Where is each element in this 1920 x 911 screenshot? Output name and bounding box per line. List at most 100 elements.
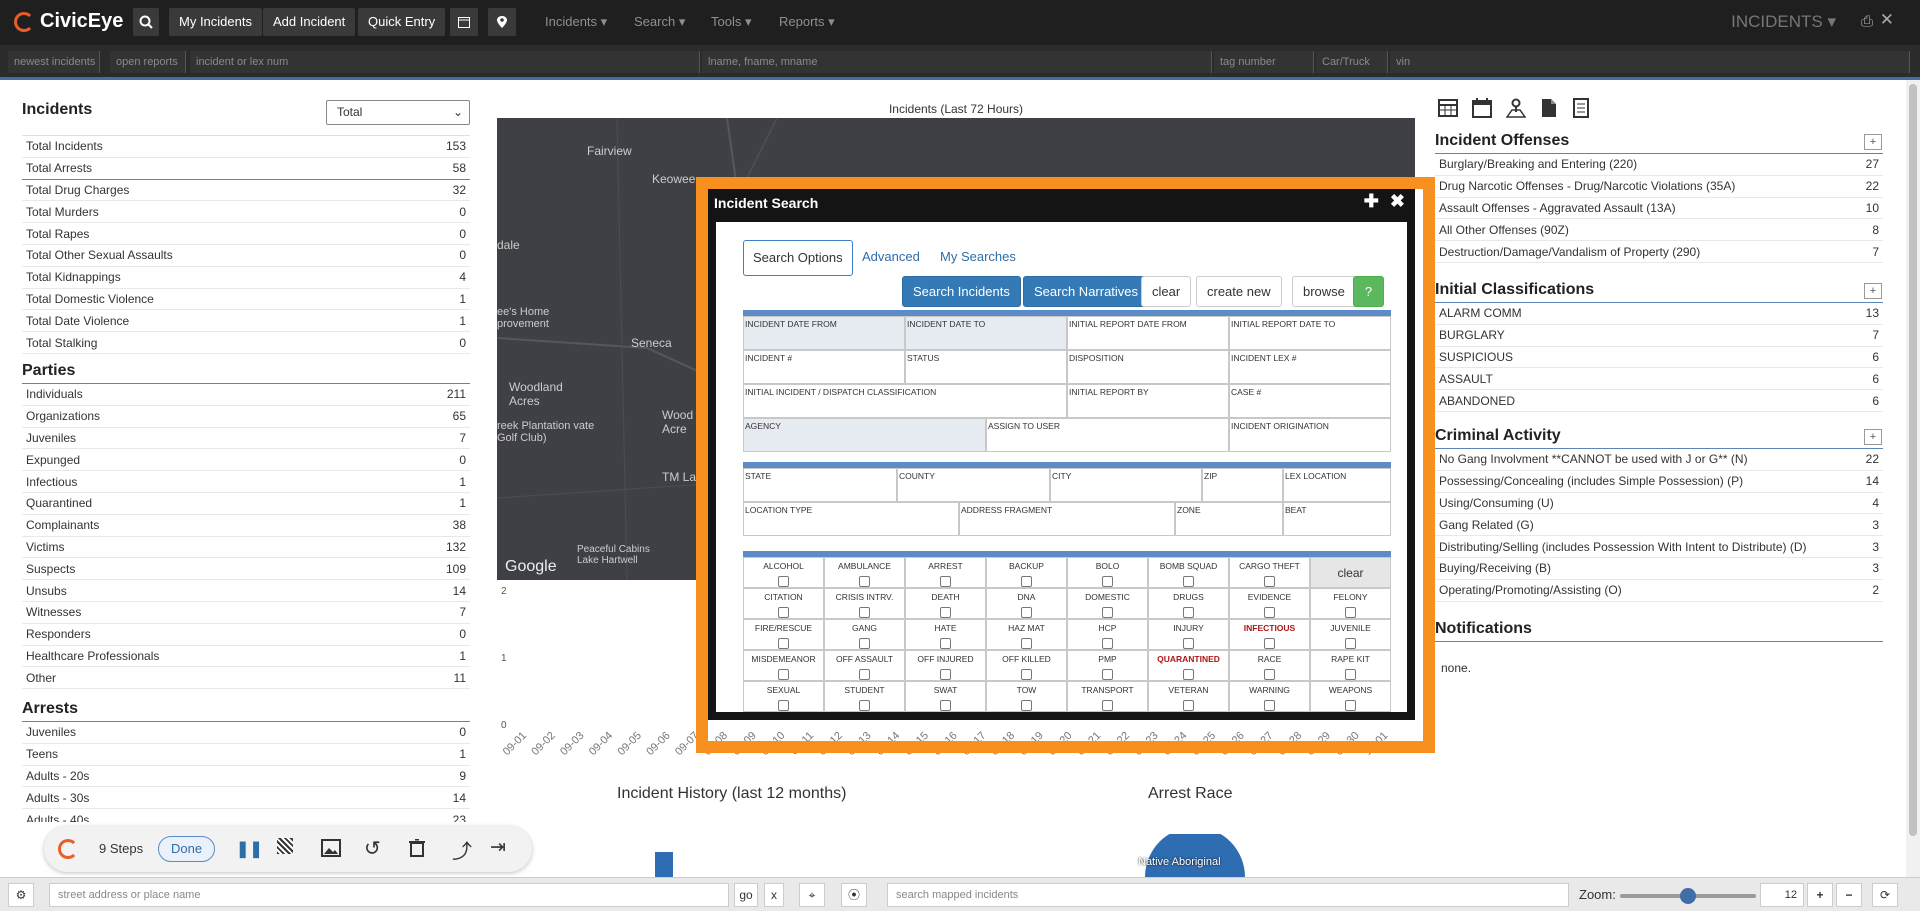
flag-checkbox[interactable]	[1021, 700, 1032, 711]
flag-checkbox[interactable]	[859, 607, 870, 618]
criminal-activity-row[interactable]: Gang Related (G) 3	[1435, 514, 1883, 537]
party-stat-row[interactable]: Unsubs 14	[22, 580, 470, 602]
classification-row[interactable]: SUSPICIOUS 6	[1435, 347, 1883, 369]
flag-checkbox[interactable]	[778, 669, 789, 680]
disposition-field[interactable]: DISPOSITION	[1067, 350, 1229, 384]
table-icon[interactable]	[1438, 98, 1458, 118]
criminal-activity-row[interactable]: Distributing/Selling (includes Possessio…	[1435, 536, 1883, 558]
state-field[interactable]: STATE	[743, 468, 897, 502]
zoom-in-button[interactable]: +	[1807, 883, 1833, 907]
flag-checkbox[interactable]	[1021, 576, 1032, 587]
newest-incidents-link[interactable]: newest incidents	[8, 51, 100, 73]
mapped-incidents-search-input[interactable]: search mapped incidents	[887, 883, 1569, 907]
incident-stat-row[interactable]: Total Date Violence 1	[22, 310, 470, 333]
criminal-activity-row[interactable]: Possessing/Concealing (includes Simple P…	[1435, 471, 1883, 493]
book-icon[interactable]	[1572, 98, 1590, 118]
crosshair-icon[interactable]: ⌖	[799, 883, 825, 907]
party-stat-row[interactable]: Expunged 0	[22, 449, 470, 472]
flag-checkbox[interactable]	[940, 669, 951, 680]
party-stat-row[interactable]: Individuals 211	[22, 384, 470, 406]
flag-checkbox[interactable]	[940, 638, 951, 649]
incident-date-from-field[interactable]: INCIDENT DATE FROM	[743, 316, 905, 350]
flag-checkbox[interactable]	[1345, 669, 1356, 680]
blur-icon[interactable]	[277, 838, 293, 854]
incident-stat-row[interactable]: Total Murders 0	[22, 201, 470, 224]
map-icon[interactable]	[1506, 98, 1526, 118]
status-field[interactable]: STATUS	[905, 350, 1067, 384]
flag-checkbox[interactable]	[778, 576, 789, 587]
calendar-icon[interactable]	[1472, 98, 1492, 118]
beat-field[interactable]: BEAT	[1283, 502, 1391, 536]
agency-field[interactable]: AGENCY	[743, 418, 986, 452]
incidents-menu[interactable]: Incidents ▾	[545, 8, 607, 36]
pause-icon[interactable]: ❚❚	[236, 839, 263, 859]
offense-row[interactable]: Assault Offenses - Aggravated Assault (1…	[1435, 198, 1883, 220]
dispatch-classification-field[interactable]: INITIAL INCIDENT / DISPATCH CLASSIFICATI…	[743, 384, 1067, 418]
location-type-field[interactable]: LOCATION TYPE	[743, 502, 959, 536]
zoom-out-button[interactable]: −	[1836, 883, 1862, 907]
flag-checkbox[interactable]	[1102, 576, 1113, 587]
assign-to-user-field[interactable]: ASSIGN TO USER	[986, 418, 1229, 452]
image-icon[interactable]	[321, 839, 341, 857]
page-title[interactable]: INCIDENTS ▾	[1731, 12, 1836, 32]
county-field[interactable]: COUNTY	[897, 468, 1050, 502]
incident-stat-row[interactable]: Total Drug Charges 32	[22, 180, 470, 202]
scrollbar-thumb[interactable]	[1909, 84, 1917, 836]
flag-checkbox[interactable]	[940, 700, 951, 711]
settings-icon[interactable]: ⚙	[8, 883, 34, 907]
party-stat-row[interactable]: Quarantined 1	[22, 493, 470, 515]
offense-row[interactable]: Destruction/Damage/Vandalism of Property…	[1435, 241, 1883, 263]
flag-checkbox[interactable]	[1264, 607, 1275, 618]
flag-checkbox[interactable]	[778, 607, 789, 618]
arrest-stat-row[interactable]: Adults - 40s 23	[22, 809, 470, 822]
criminal-activity-row[interactable]: No Gang Involvment **CANNOT be used with…	[1435, 449, 1883, 471]
party-stat-row[interactable]: Organizations 65	[22, 406, 470, 428]
party-stat-row[interactable]: Juveniles 7	[22, 428, 470, 450]
done-button[interactable]: Done	[158, 836, 216, 862]
app-logo[interactable]: CivicEye	[14, 10, 123, 33]
incident-date-to-field[interactable]: INCIDENT DATE TO	[905, 316, 1067, 350]
flag-checkbox[interactable]	[1102, 669, 1113, 680]
offense-row[interactable]: Burglary/Breaking and Entering (220) 27	[1435, 154, 1883, 176]
incident-stat-row[interactable]: Total Incidents 153	[22, 136, 470, 158]
arrest-stat-row[interactable]: Adults - 30s 14	[22, 787, 470, 810]
classification-row[interactable]: ABANDONED 6	[1435, 390, 1883, 412]
city-field[interactable]: CITY	[1050, 468, 1202, 502]
party-stat-row[interactable]: Other 11	[22, 667, 470, 690]
zoom-slider-thumb[interactable]	[1680, 888, 1696, 904]
initial-report-date-to-field[interactable]: INITIAL REPORT DATE TO	[1229, 316, 1391, 350]
trash-icon[interactable]	[409, 839, 425, 857]
share-icon[interactable]: ⤴	[452, 835, 472, 864]
initial-report-date-from-field[interactable]: INITIAL REPORT DATE FROM	[1067, 316, 1229, 350]
flag-checkbox[interactable]	[1264, 576, 1275, 587]
close-icon[interactable]: ✕	[1880, 10, 1894, 30]
vin-input[interactable]: vin	[1390, 51, 1910, 73]
classifications-expand-button[interactable]: +	[1864, 283, 1882, 299]
flag-checkbox[interactable]	[1021, 607, 1032, 618]
search-narratives-button[interactable]: Search Narratives	[1023, 276, 1150, 307]
case-number-field[interactable]: CASE #	[1229, 384, 1391, 418]
party-stat-row[interactable]: Infectious 1	[22, 471, 470, 493]
address-fragment-field[interactable]: ADDRESS FRAGMENT	[959, 502, 1175, 536]
party-stat-row[interactable]: Victims 132	[22, 537, 470, 559]
incident-stat-row[interactable]: Total Domestic Violence 1	[22, 289, 470, 311]
flag-checkbox[interactable]	[1264, 700, 1275, 711]
party-stat-row[interactable]: Suspects 109	[22, 558, 470, 581]
tag-number-input[interactable]: tag number	[1214, 51, 1314, 73]
zip-field[interactable]: ZIP	[1202, 468, 1283, 502]
arrest-stat-row[interactable]: Juveniles 0	[22, 722, 470, 744]
flags-clear-button[interactable]: clear	[1310, 557, 1391, 588]
search-incidents-button[interactable]: Search Incidents	[902, 276, 1021, 307]
lex-location-field[interactable]: LEX LOCATION	[1283, 468, 1391, 502]
document-icon[interactable]	[1540, 98, 1558, 118]
classification-row[interactable]: ASSAULT 6	[1435, 368, 1883, 391]
flag-checkbox[interactable]	[1264, 638, 1275, 649]
help-button[interactable]: ?	[1353, 276, 1384, 307]
exit-icon[interactable]: ⇥	[490, 836, 506, 859]
incident-stat-row[interactable]: Total Kidnappings 4	[22, 267, 470, 289]
flag-checkbox[interactable]	[1345, 700, 1356, 711]
flag-checkbox[interactable]	[1183, 700, 1194, 711]
print-icon[interactable]: ⎙	[1861, 13, 1873, 30]
classification-row[interactable]: ALARM COMM 13	[1435, 303, 1883, 325]
tools-menu[interactable]: Tools ▾	[711, 8, 752, 36]
